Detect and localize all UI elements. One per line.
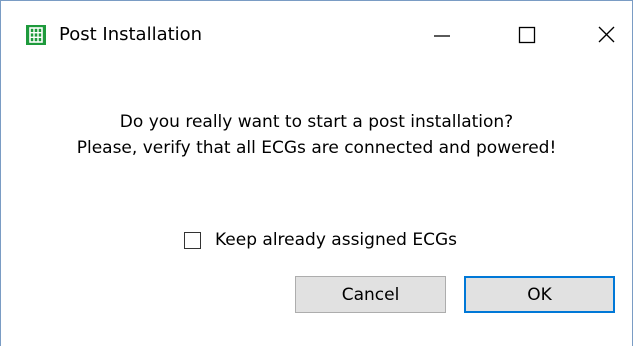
cancel-button[interactable]: Cancel bbox=[295, 276, 446, 313]
grid-app-icon bbox=[26, 25, 46, 45]
dialog-message: Do you really want to start a post insta… bbox=[1, 109, 632, 161]
minimize-icon bbox=[434, 35, 450, 37]
keep-assigned-ecgs-label[interactable]: Keep already assigned ECGs bbox=[215, 227, 457, 253]
close-icon bbox=[598, 26, 615, 43]
maximize-button[interactable] bbox=[504, 11, 550, 57]
message-line-2: Please, verify that all ECGs are connect… bbox=[76, 138, 557, 158]
title-bar[interactable]: Post Installation bbox=[1, 1, 632, 67]
keep-assigned-ecgs-option[interactable]: Keep already assigned ECGs bbox=[184, 227, 457, 253]
minimize-button[interactable] bbox=[419, 11, 465, 57]
close-button[interactable] bbox=[584, 11, 630, 57]
maximize-icon bbox=[518, 26, 536, 44]
keep-assigned-ecgs-checkbox[interactable] bbox=[184, 231, 201, 249]
window-title: Post Installation bbox=[59, 24, 203, 45]
message-line-1: Do you really want to start a post insta… bbox=[119, 112, 514, 132]
post-installation-dialog: Post Installation Do you really want to … bbox=[0, 0, 633, 346]
ok-button[interactable]: OK bbox=[464, 276, 615, 313]
